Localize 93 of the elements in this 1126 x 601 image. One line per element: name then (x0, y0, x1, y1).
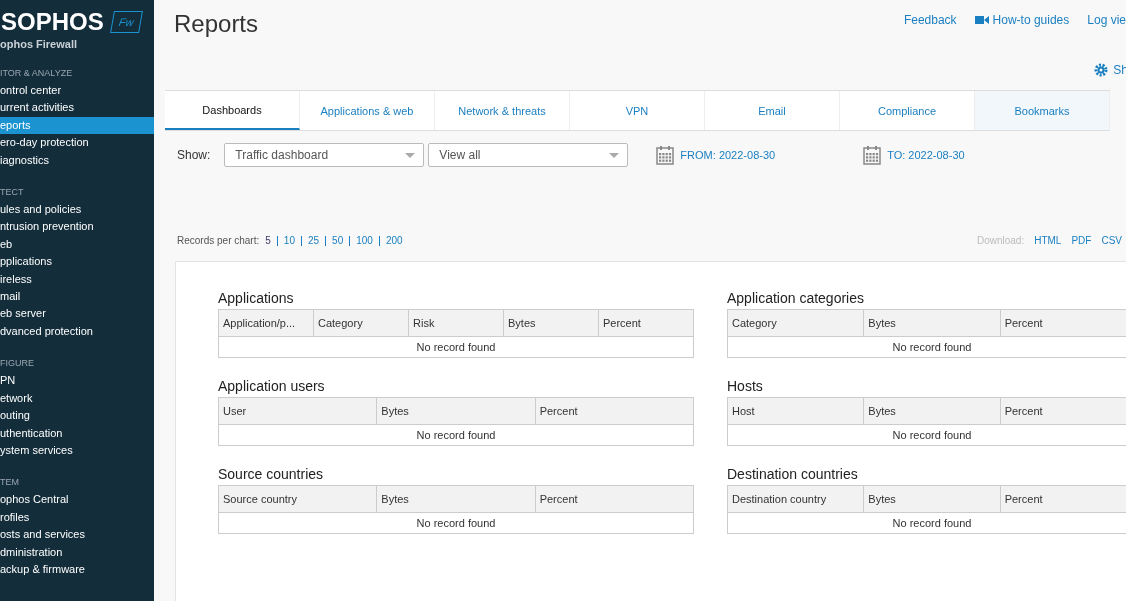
sidebar-item[interactable]: ules and policies (0, 201, 154, 219)
records-option[interactable]: 25 (300, 235, 326, 246)
sidebar-item[interactable]: iagnostics (0, 151, 154, 170)
download-link[interactable]: CSV (1101, 235, 1122, 246)
empty-message: No record found (727, 336, 1126, 358)
calendar-icon[interactable] (656, 145, 675, 165)
report-title: Application users (218, 378, 326, 394)
report-title: Application categories (727, 290, 865, 306)
tab[interactable]: VPN (570, 91, 705, 130)
report-title: Applications (218, 290, 295, 306)
sidebar-item[interactable]: ophos Central (0, 491, 154, 509)
column-header: Category (313, 309, 409, 337)
logo-text: SOPHOS (1, 8, 104, 36)
from-date[interactable]: FROM: 2022-08-30 (680, 149, 776, 161)
sidebar-item[interactable]: dministration (0, 543, 154, 561)
sidebar-item[interactable]: ontrol center (0, 82, 154, 100)
empty-message: No record found (727, 512, 1126, 534)
sidebar-item[interactable]: mail (0, 288, 154, 306)
view-dropdown[interactable]: View all (428, 143, 629, 167)
header-link[interactable]: Log vie (1087, 13, 1126, 27)
column-header: Destination country (727, 485, 864, 513)
section-heading: TECT (0, 186, 25, 200)
logo-badge: Fw (109, 11, 143, 33)
download-link[interactable]: PDF (1071, 235, 1092, 246)
sidebar-item[interactable]: dvanced protection (0, 322, 154, 341)
header-link[interactable]: Feedback (903, 13, 957, 27)
video-camera-icon (974, 15, 989, 25)
tab[interactable]: Network & threats (435, 91, 570, 130)
column-header: Percent (1000, 485, 1126, 513)
show-label: Show: (177, 148, 211, 162)
column-header: Application/p... (218, 309, 314, 337)
to-date[interactable]: TO: 2022-08-30 (887, 149, 965, 161)
column-header: Bytes (863, 485, 1001, 513)
section-heading: TEM (0, 476, 20, 490)
section-heading: FIGURE (0, 357, 35, 371)
sidebar-item[interactable]: etwork (0, 389, 154, 408)
column-header: Category (727, 309, 864, 337)
column-header: Percent (1000, 309, 1126, 337)
tab[interactable]: Bookmarks (975, 91, 1110, 130)
column-header: User (218, 397, 377, 425)
sidebar-item[interactable]: ntrusion prevention (0, 218, 154, 236)
caret-icon (405, 152, 416, 158)
sidebar-item[interactable]: outing (0, 407, 154, 425)
sidebar-item[interactable]: ero-day protection (0, 134, 154, 152)
records-option[interactable]: 100 (349, 235, 379, 246)
records-option[interactable]: 200 (378, 235, 409, 246)
download-label: Download: (976, 235, 1025, 246)
report-title: Source countries (218, 466, 325, 482)
column-header: Percent (598, 309, 694, 337)
empty-message: No record found (727, 424, 1126, 446)
column-header: Percent (535, 397, 694, 425)
records-option[interactable]: 50 (325, 235, 350, 246)
sidebar-item[interactable]: eb (0, 235, 154, 254)
sidebar-item[interactable]: ackup & firmware (0, 560, 154, 579)
header-link[interactable]: How-to guides (974, 13, 1070, 27)
caret-icon (609, 152, 620, 158)
column-header: Host (727, 397, 864, 425)
records-option[interactable]: 5 (265, 235, 277, 246)
sidebar-item[interactable]: eb server (0, 305, 154, 323)
empty-message: No record found (218, 424, 694, 446)
sidebar-item[interactable]: urrent activities (0, 99, 154, 117)
empty-message: No record found (218, 336, 694, 358)
column-header: Bytes (503, 309, 599, 337)
sidebar-item[interactable]: rofiles (0, 508, 154, 527)
download-link[interactable]: HTML (1034, 235, 1062, 246)
column-header: Bytes (376, 397, 536, 425)
tab[interactable]: Dashboards (165, 91, 300, 130)
tab[interactable]: Applications & web (300, 91, 435, 130)
sidebar-item[interactable]: ireless (0, 270, 154, 289)
column-header: Risk (408, 309, 504, 337)
sidebar-item[interactable]: ystem services (0, 441, 154, 460)
report-title: Hosts (727, 378, 764, 394)
sidebar-item[interactable]: pplications (0, 253, 154, 271)
calendar-icon[interactable] (863, 145, 882, 165)
product-name: ophos Firewall (0, 37, 78, 50)
empty-message: No record found (218, 512, 694, 534)
tab[interactable]: Email (705, 91, 840, 130)
records-option[interactable]: 10 (276, 235, 301, 246)
records-label: Records per chart: (177, 235, 260, 246)
gear-icon (1094, 63, 1109, 77)
column-header: Bytes (376, 485, 536, 513)
report-title: Destination countries (727, 466, 859, 482)
column-header: Percent (1000, 397, 1126, 425)
column-header: Source country (218, 485, 377, 513)
column-header: Percent (535, 485, 694, 513)
sidebar-item[interactable]: PN (0, 372, 154, 390)
dashboard-dropdown[interactable]: Traffic dashboard (224, 143, 425, 167)
column-header: Bytes (863, 397, 1001, 425)
page-title: Reports (174, 10, 260, 38)
column-header: Bytes (863, 309, 1001, 337)
sidebar-item[interactable]: osts and services (0, 526, 154, 544)
sidebar-item[interactable]: uthentication (0, 424, 154, 442)
section-heading: ITOR & ANALYZE (0, 67, 74, 80)
